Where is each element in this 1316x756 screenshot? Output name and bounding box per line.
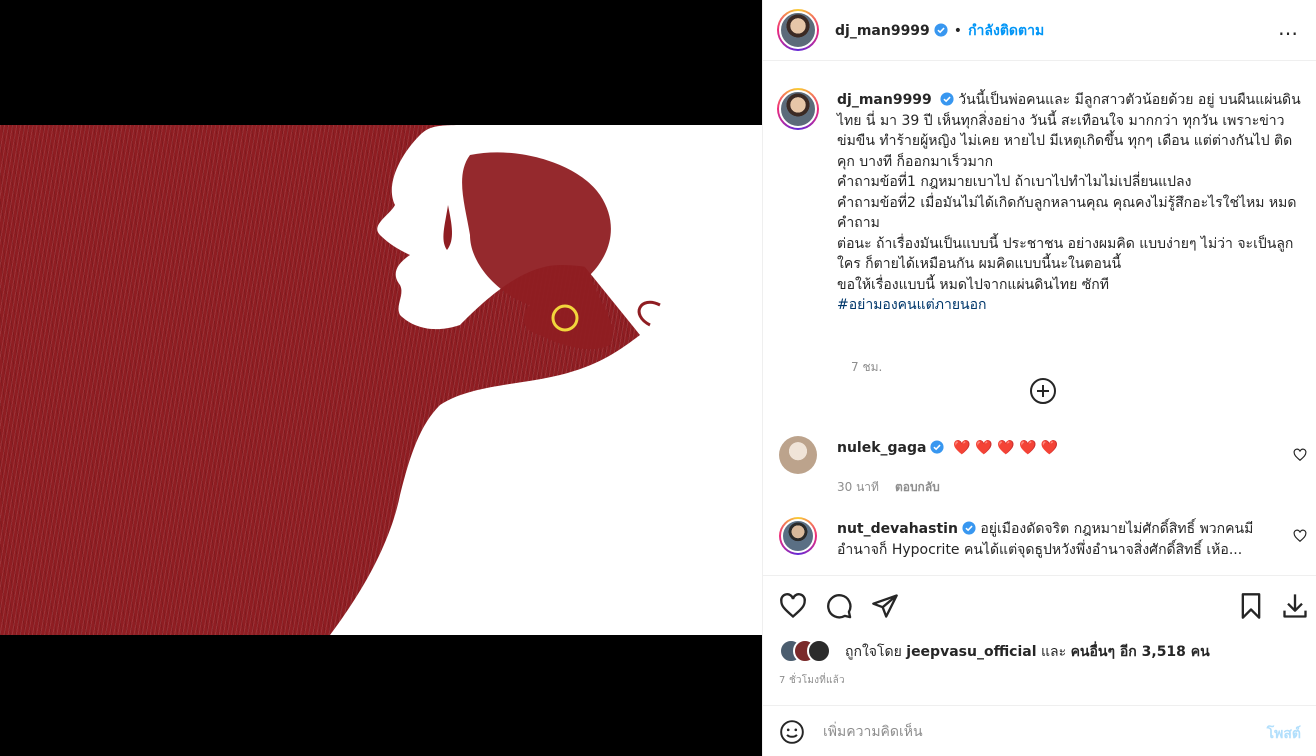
avatar[interactable] bbox=[779, 436, 817, 474]
liker-avatars[interactable] bbox=[779, 638, 841, 664]
comment-text: nulek_gaga ❤️ ❤️ ❤️ ❤️ ❤️ bbox=[837, 438, 1277, 459]
caption-username[interactable]: dj_man9999 bbox=[837, 92, 932, 108]
separator-dot: • bbox=[953, 23, 963, 39]
avatar[interactable] bbox=[807, 639, 831, 663]
heart-icon[interactable] bbox=[779, 592, 807, 620]
share-icon[interactable] bbox=[871, 592, 899, 620]
heart-icon[interactable] bbox=[1293, 448, 1307, 462]
comment-icon[interactable] bbox=[825, 592, 853, 620]
likes-prefix: ถูกใจโดย bbox=[845, 644, 902, 660]
comments-scroll-area[interactable]: dj_man9999 วันนี้เป็นพ่อคนและ มีลูกสาวตั… bbox=[763, 62, 1316, 575]
post-timestamp[interactable]: 7 ชั่วโมงที่แล้ว bbox=[779, 673, 845, 688]
post-image[interactable] bbox=[0, 125, 762, 635]
post-media[interactable] bbox=[0, 0, 762, 756]
likes-row: ถูกใจโดย jeepvasu_official และ คนอื่นๆ อ… bbox=[779, 638, 1299, 664]
bookmark-icon[interactable] bbox=[1237, 592, 1265, 620]
plus-circle-icon[interactable] bbox=[1029, 377, 1057, 405]
post-header: dj_man9999 • กำลังติดตาม … bbox=[763, 0, 1316, 61]
comment-text: nut_devahastin อยู่เมืองดัดจริต กฎหมายไม… bbox=[837, 519, 1277, 561]
comment-meta: 30 นาที ตอบกลับ bbox=[837, 478, 940, 497]
comment-time[interactable]: 30 นาที bbox=[837, 480, 879, 494]
verified-icon bbox=[930, 440, 945, 454]
post-actions: ถูกใจโดย jeepvasu_official และ คนอื่นๆ อ… bbox=[763, 575, 1316, 705]
caption-time[interactable]: 7 ชม. bbox=[851, 358, 882, 377]
avatar[interactable] bbox=[779, 517, 817, 555]
header-username[interactable]: dj_man9999 bbox=[835, 23, 930, 39]
verified-icon bbox=[934, 23, 948, 37]
emoji-icon[interactable] bbox=[779, 719, 805, 745]
avatar[interactable] bbox=[777, 9, 819, 51]
caption-body: วันนี้เป็นพ่อคนและ มีลูกสาวตัวน้อยด้วย อ… bbox=[837, 92, 1301, 293]
likes-connector: และ bbox=[1040, 644, 1067, 660]
caption-text: dj_man9999 วันนี้เป็นพ่อคนและ มีลูกสาวตั… bbox=[837, 90, 1307, 316]
comment-body: ❤️ ❤️ ❤️ ❤️ ❤️ bbox=[953, 440, 1059, 456]
more-icon[interactable]: … bbox=[1278, 18, 1299, 38]
comment-input[interactable] bbox=[823, 718, 1223, 746]
woman-silhouette-illustration bbox=[330, 125, 762, 635]
avatar[interactable] bbox=[777, 88, 819, 130]
verified-icon bbox=[940, 92, 954, 106]
caption-hashtag[interactable]: #อย่ามองคนแต่ภายนอก bbox=[837, 297, 986, 313]
heart-icon[interactable] bbox=[1293, 529, 1307, 543]
verified-icon bbox=[962, 521, 976, 535]
following-button[interactable]: กำลังติดตาม bbox=[968, 23, 1044, 39]
download-icon[interactable] bbox=[1281, 592, 1309, 620]
comment-username[interactable]: nut_devahastin bbox=[837, 521, 958, 537]
others-likes-link[interactable]: คนอื่นๆ อีก 3,518 คน bbox=[1071, 644, 1210, 660]
comment-username[interactable]: nulek_gaga bbox=[837, 440, 926, 456]
post-comment-button[interactable]: โพสต์ bbox=[1267, 723, 1301, 745]
post-side-panel: dj_man9999 • กำลังติดตาม … dj_man9999 วันน… bbox=[762, 0, 1316, 756]
reply-button[interactable]: ตอบกลับ bbox=[895, 480, 940, 494]
likes-text: ถูกใจโดย jeepvasu_official และ คนอื่นๆ อ… bbox=[845, 641, 1210, 663]
first-liker-link[interactable]: jeepvasu_official bbox=[906, 644, 1036, 660]
instagram-post-view: dj_man9999 • กำลังติดตาม … dj_man9999 วันน… bbox=[0, 0, 1316, 756]
header-name-line: dj_man9999 • กำลังติดตาม bbox=[835, 20, 1044, 42]
add-comment-bar: โพสต์ bbox=[763, 705, 1316, 756]
